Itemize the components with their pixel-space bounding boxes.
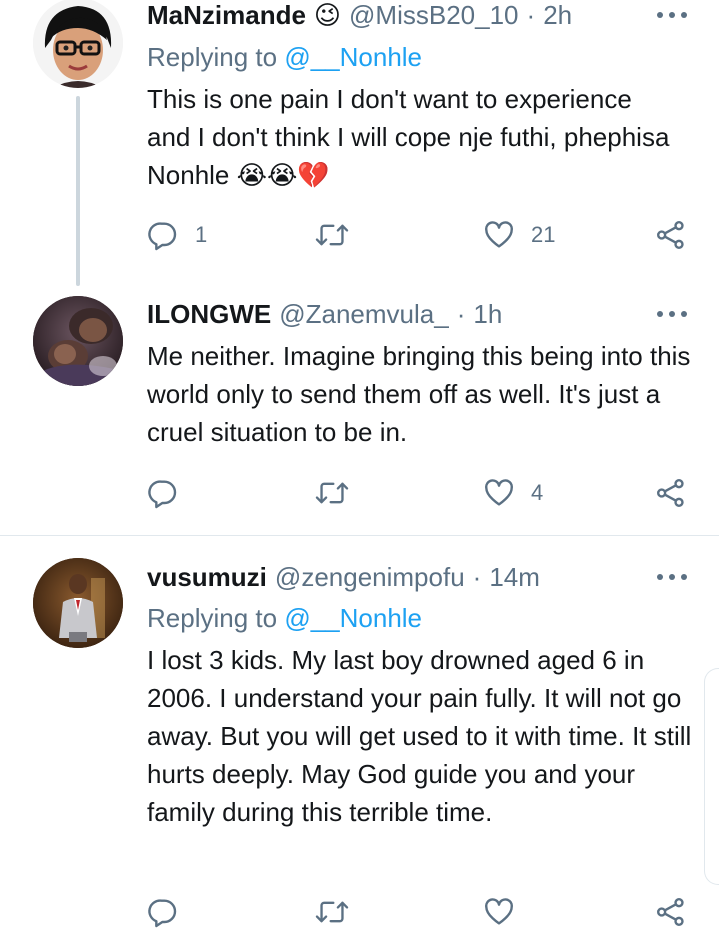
reply-icon [148,222,177,251]
tweet-2[interactable]: ILONGWE @Zanemvula_ · 1h Me neither. Ima… [0,280,719,535]
share-icon [657,221,684,249]
tweet-header: vusumuzi @zengenimpofu · 14m [147,560,689,594]
more-icon[interactable] [657,301,687,327]
heart-icon [485,479,513,506]
heart-icon [485,221,513,248]
reply-button[interactable] [147,892,179,932]
replying-to-label: Replying to [147,603,278,633]
more-icon[interactable] [657,564,687,590]
retweet-icon [315,224,349,246]
replying-to: Replying to @__Nonhle [147,40,422,74]
reply-count: 1 [195,222,208,247]
share-button[interactable] [655,892,687,932]
timestamp[interactable]: 1h [473,297,502,331]
replying-to: Replying to @__Nonhle [147,601,422,635]
mother-child-photo-avatar-icon [33,296,123,386]
separator-dot: · [472,562,482,592]
retweet-button[interactable] [315,473,349,513]
timestamp[interactable]: 14m [489,560,540,594]
reply-button[interactable]: 1 [147,215,207,255]
user-handle[interactable]: @MissB20_10 [349,0,518,32]
reply-icon [148,480,177,509]
action-bar [147,892,692,932]
reply-icon [148,899,177,928]
winking-face-emoji: 😉 [313,0,342,30]
tweet-3[interactable]: vusumuzi @zengenimpofu · 14m Replying to… [0,536,719,943]
user-handle[interactable]: @Zanemvula_ [279,297,448,331]
avatar[interactable] [33,296,123,386]
tweet-text: Me neither. Imagine bringing this being … [147,341,691,447]
retweet-button[interactable] [315,215,349,255]
separator-dot: · [526,0,536,30]
bitmoji-glasses-avatar-icon [33,0,123,88]
action-bar: 1 21 [147,215,692,255]
retweet-icon [315,482,349,504]
share-button[interactable] [655,473,687,513]
user-handle[interactable]: @zengenimpofu [275,560,465,594]
share-icon [657,898,684,926]
separator-dot: · [456,299,466,329]
more-icon[interactable] [657,2,687,28]
avatar[interactable] [33,0,123,88]
retweet-icon [315,901,349,923]
like-button[interactable]: 21 [483,215,555,255]
reply-mention-link[interactable]: @__Nonhle [284,42,422,72]
heart-icon [485,898,513,925]
timestamp[interactable]: 2h [543,0,572,32]
reply-mention-link[interactable]: @__Nonhle [284,603,422,633]
avatar[interactable] [33,558,123,648]
replying-to-label: Replying to [147,42,278,72]
action-bar: 4 [147,473,692,513]
tweet-header: ILONGWE @Zanemvula_ · 1h [147,297,689,331]
thread-line [76,96,80,286]
reply-button[interactable] [147,473,179,513]
like-button[interactable]: 4 [483,473,543,513]
display-name[interactable]: vusumuzi [147,560,267,594]
display-name[interactable]: ILONGWE [147,297,271,331]
retweet-button[interactable] [315,892,349,932]
share-button[interactable] [655,215,687,255]
display-name[interactable]: MaNzimande [147,0,306,32]
tweet-text: I lost 3 kids. My last boy drowned aged … [147,645,692,827]
like-count: 21 [531,222,556,247]
like-count: 4 [531,480,544,505]
tweet-1[interactable]: MaNzimande 😉 @MissB20_10 · 2h Replying t… [0,0,719,286]
tweet-text: This is one pain I don't want to experie… [147,84,670,190]
like-button[interactable] [483,892,515,932]
share-icon [657,479,684,507]
tweet-header: MaNzimande 😉 @MissB20_10 · 2h [147,0,689,32]
man-in-suit-photo-avatar-icon [33,558,123,648]
floating-compose-edge[interactable] [704,668,719,885]
